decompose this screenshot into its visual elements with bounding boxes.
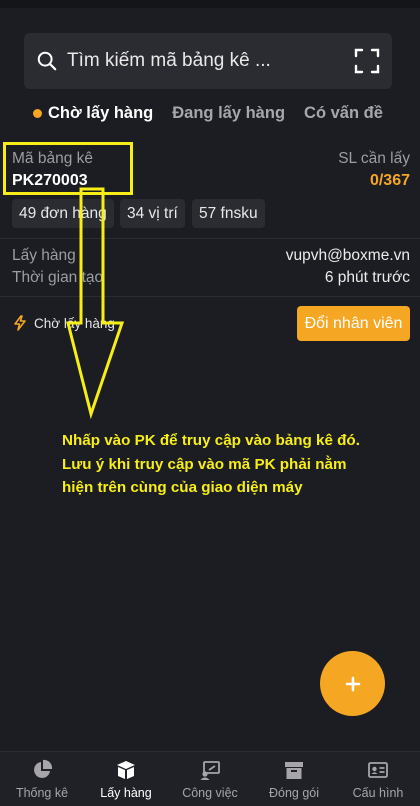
- nav-cau-hinh[interactable]: Cấu hình: [336, 752, 420, 806]
- tab-label: Đang lấy hàng: [172, 103, 286, 122]
- picker-value: vupvh@boxme.vn: [285, 247, 410, 264]
- sl-value: 0/367: [369, 172, 410, 189]
- fnsku-chip: 57 fnsku: [192, 199, 265, 228]
- nav-label: Thống kê: [15, 786, 69, 800]
- tab-label: Có vấn đề: [304, 103, 383, 122]
- nav-label: Đóng gói: [268, 786, 320, 800]
- status-bar: [0, 0, 420, 8]
- plus-icon: [345, 676, 360, 691]
- sl-label: SL cần lấy: [338, 150, 410, 167]
- pie-chart-icon: [34, 759, 53, 778]
- tab-label: Chờ lấy hàng: [48, 103, 154, 122]
- status-tabs: Chờ lấy hàng Đang lấy hàng Có vấn đề: [33, 101, 402, 125]
- nav-label: Công việc: [182, 786, 238, 800]
- nav-label: Lấy hàng: [100, 786, 152, 800]
- change-staff-button[interactable]: Đổi nhân viên: [297, 306, 410, 341]
- active-dot-icon: [33, 108, 42, 118]
- lightning-icon: [14, 315, 26, 331]
- tab-cho-lay-hang[interactable]: Chờ lấy hàng: [33, 104, 153, 123]
- search-input[interactable]: Tìm kiếm mã bảng kê ...: [67, 50, 354, 72]
- scan-icon[interactable]: [354, 48, 380, 74]
- task-board-icon: [200, 761, 220, 780]
- add-button[interactable]: [320, 651, 385, 716]
- search-icon: [37, 51, 57, 71]
- nav-label: Cấu hình: [352, 786, 404, 800]
- package-icon: [285, 762, 303, 779]
- nav-lay-hang[interactable]: Lấy hàng: [84, 752, 168, 806]
- nav-thong-ke[interactable]: Thống kê: [0, 752, 84, 806]
- tutorial-annotation: Nhấp vào PK để truy cập vào bảng kê đó. …: [62, 432, 360, 496]
- tab-dang-lay-hang[interactable]: Đang lấy hàng: [172, 104, 285, 123]
- search-bar[interactable]: Tìm kiếm mã bảng kê ...: [24, 33, 392, 89]
- tab-co-van-de[interactable]: Có vấn đề: [304, 104, 383, 123]
- nav-dong-goi[interactable]: Đóng gói: [252, 752, 336, 806]
- tutorial-arrow-icon: [66, 187, 125, 420]
- nav-cong-viec[interactable]: Công việc: [168, 752, 252, 806]
- box-open-icon: [117, 761, 135, 779]
- id-card-icon: [368, 762, 388, 778]
- time-value: 6 phút trước: [324, 269, 410, 286]
- bottom-nav: Thống kê Lấy hàng Công việc Đóng gói Cấu…: [0, 751, 420, 806]
